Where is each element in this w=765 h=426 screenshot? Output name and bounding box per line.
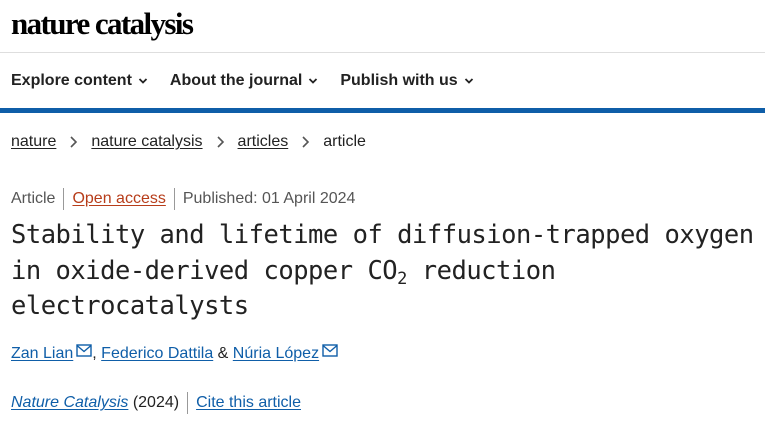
- nav-about-journal[interactable]: About the journal: [170, 72, 318, 90]
- chevron-right-icon: [70, 136, 78, 148]
- author-separator-and: &: [217, 345, 229, 362]
- nav-accent-bar: [0, 108, 765, 113]
- article-type: Article: [11, 190, 56, 207]
- breadcrumb-articles[interactable]: articles: [238, 133, 289, 151]
- author-separator: ,: [92, 345, 97, 362]
- chevron-down-icon: [309, 78, 318, 84]
- main-nav: Explore content About the journal Publis…: [11, 68, 496, 94]
- article-meta: Article Open access Published: 01 April …: [11, 188, 355, 210]
- chevron-right-icon: [302, 136, 310, 148]
- envelope-icon[interactable]: [76, 343, 92, 357]
- journal-logo[interactable]: nature catalysis: [11, 4, 194, 44]
- author-nuria-lopez[interactable]: Núria López: [233, 345, 319, 363]
- nav-label: Publish with us: [340, 72, 458, 89]
- nav-explore-content[interactable]: Explore content: [11, 72, 148, 90]
- chevron-down-icon: [138, 78, 148, 84]
- nav-label: Explore content: [11, 72, 132, 89]
- author-federico-dattila[interactable]: Federico Dattila: [101, 345, 213, 363]
- chevron-right-icon: [216, 136, 224, 148]
- chevron-down-icon: [464, 78, 473, 84]
- title-subscript: 2: [397, 268, 407, 289]
- nav-publish-with-us[interactable]: Publish with us: [340, 72, 473, 90]
- breadcrumb-nature-catalysis[interactable]: nature catalysis: [91, 133, 202, 151]
- breadcrumb-current: article: [323, 133, 366, 150]
- meta-divider: [63, 188, 65, 210]
- journal-link[interactable]: Nature Catalysis: [11, 394, 128, 412]
- author-list: Zan Lian , Federico Dattila & Núria Lópe…: [11, 343, 338, 363]
- nav-label: About the journal: [169, 72, 303, 89]
- article-title: Stability and lifetime of diffusion-trap…: [11, 218, 763, 325]
- author-zan-lian[interactable]: Zan Lian: [11, 345, 73, 363]
- cite-article-link[interactable]: Cite this article: [196, 394, 301, 412]
- citation-line: Nature Catalysis (2024) Cite this articl…: [11, 392, 301, 414]
- citation-year: (2024): [132, 394, 180, 411]
- breadcrumb-nature[interactable]: nature: [11, 133, 56, 151]
- title-text: Stability and lifetime of diffusion-trap…: [11, 220, 754, 286]
- open-access-link[interactable]: Open access: [72, 190, 165, 208]
- meta-divider: [173, 188, 175, 210]
- envelope-icon[interactable]: [322, 343, 338, 357]
- citation-divider: [187, 392, 189, 414]
- breadcrumb: nature nature catalysis articles article: [11, 133, 366, 151]
- published-date: Published: 01 April 2024: [182, 190, 356, 207]
- site-header: nature catalysis: [11, 4, 194, 48]
- header-divider: [0, 52, 765, 53]
